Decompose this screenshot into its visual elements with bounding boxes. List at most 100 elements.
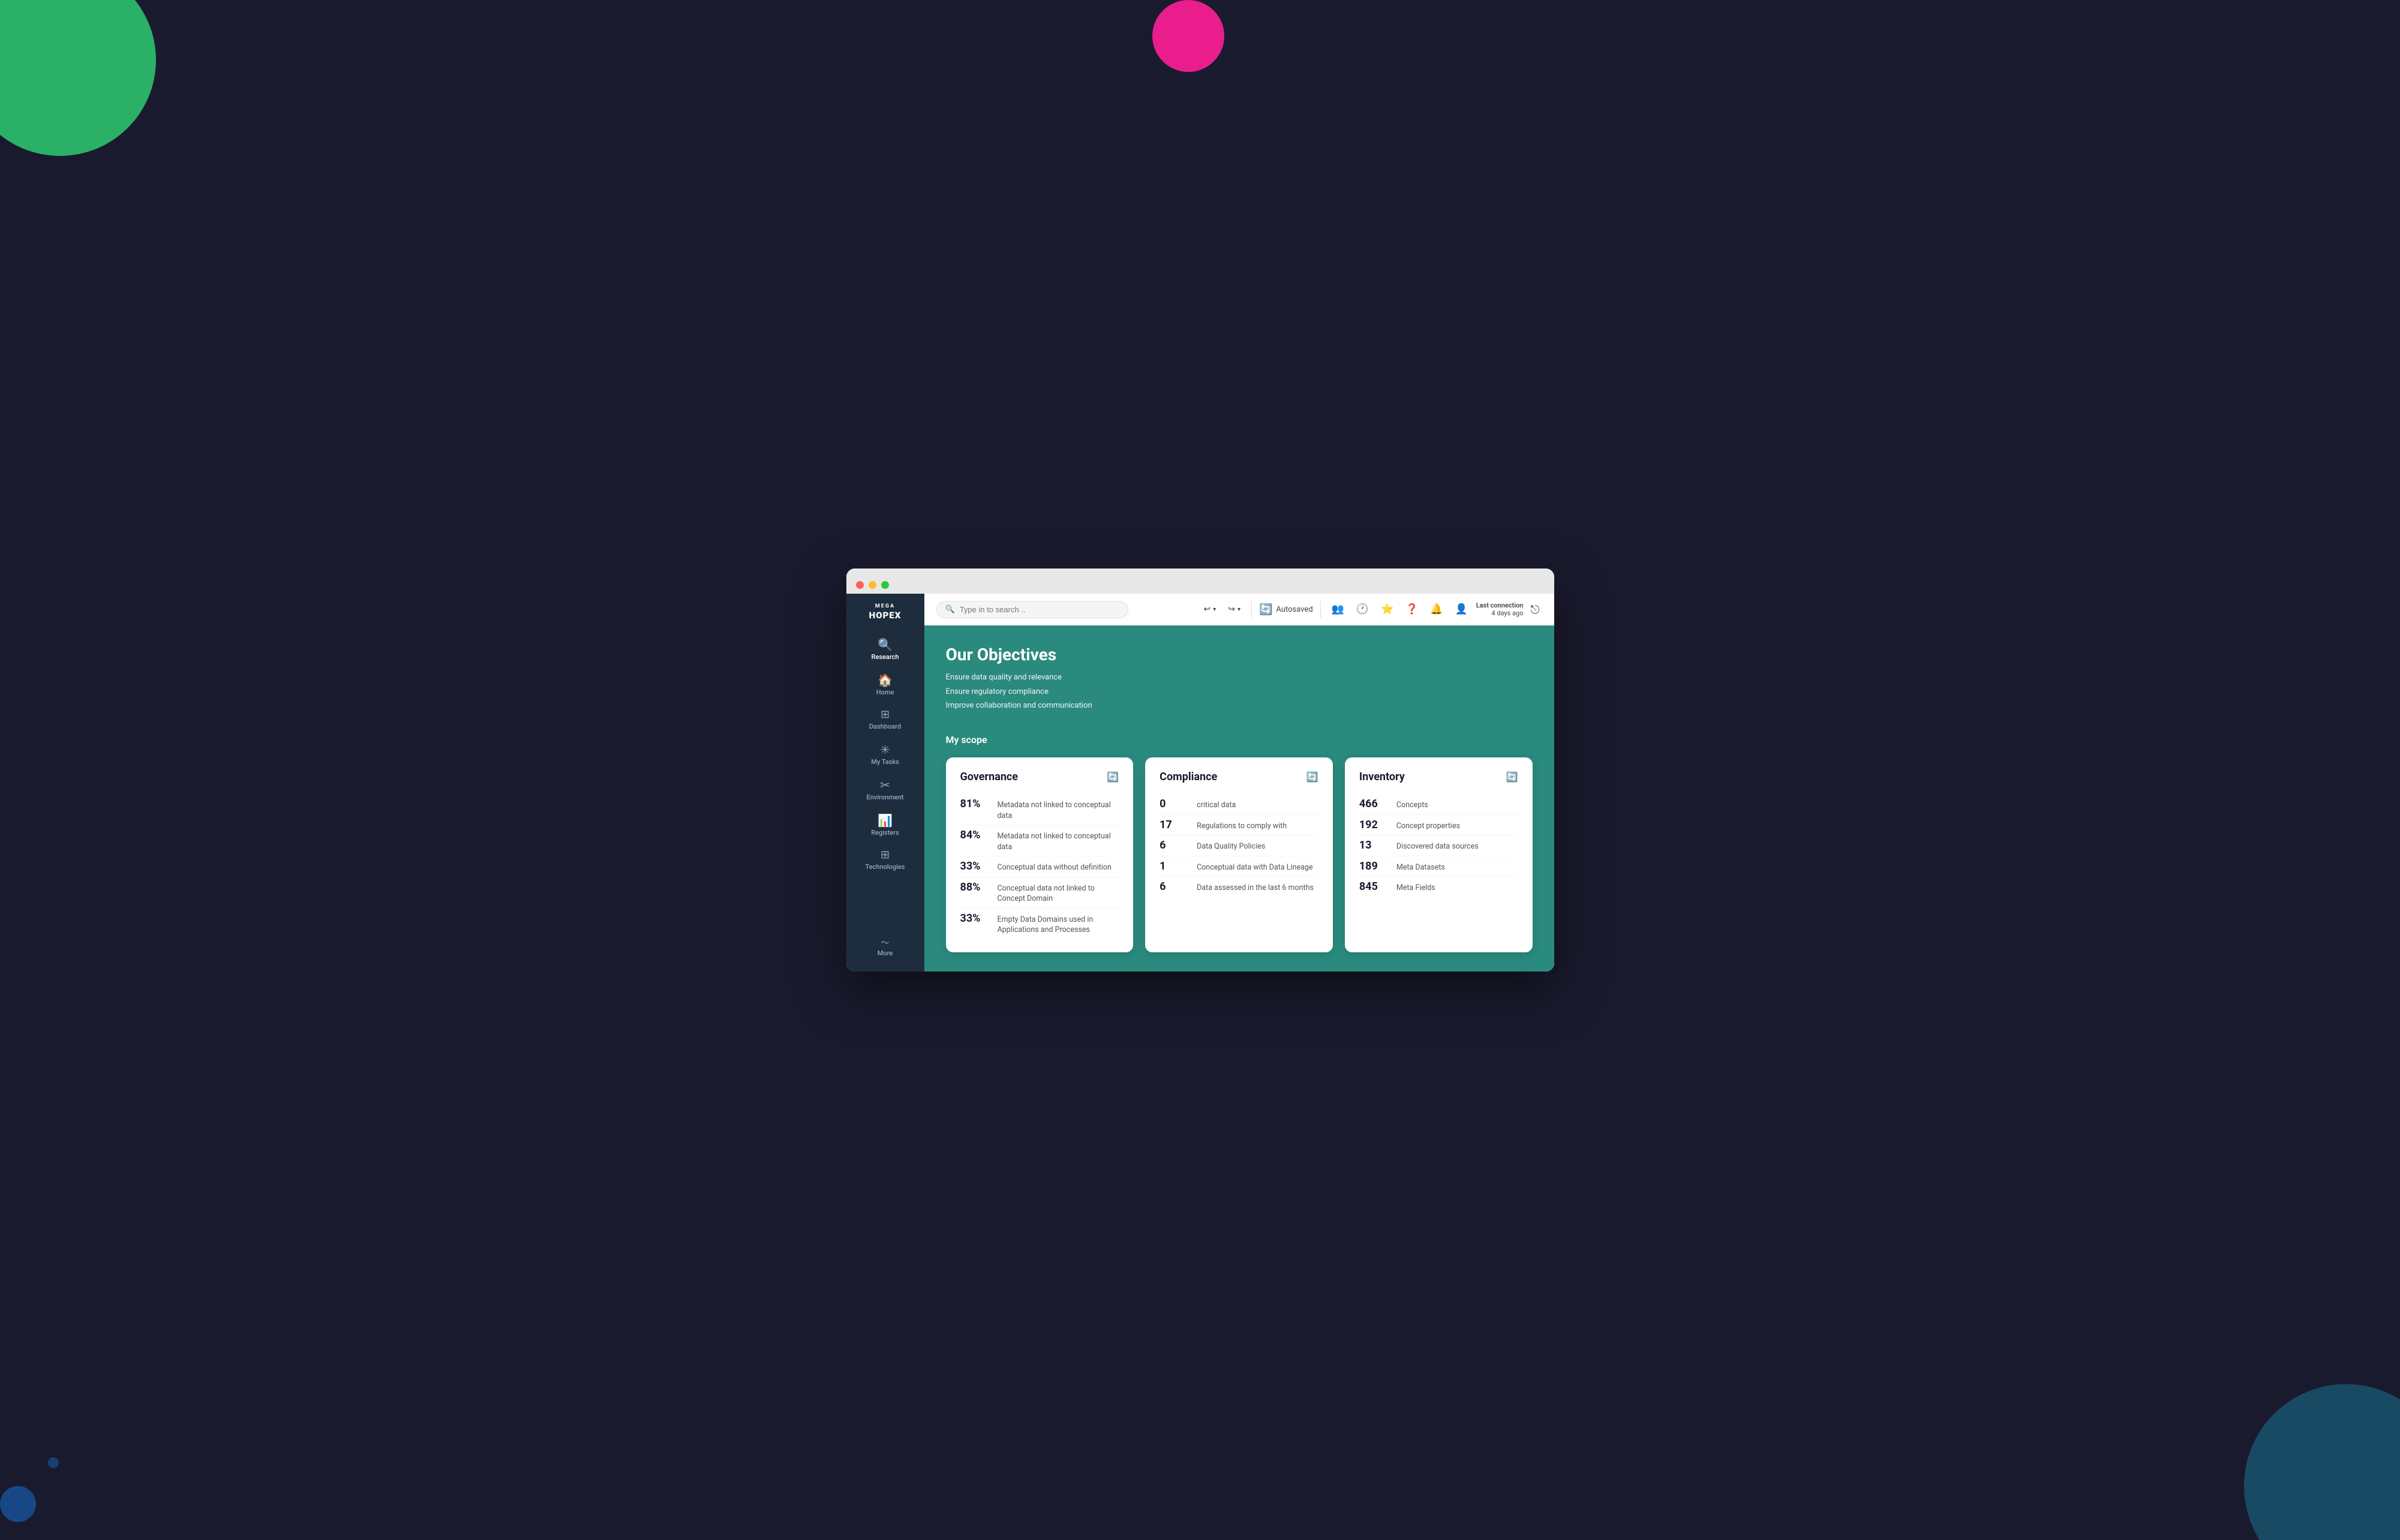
autosaved-icon: 🔄: [1259, 603, 1272, 616]
last-connection-time: 4 days ago: [1476, 609, 1524, 617]
sidebar-item-technologies[interactable]: ⊞ Technologies: [846, 844, 924, 876]
sidebar: MEGA HOPEX 🔍 Research 🏠 Home ⊞ Dashboard: [846, 594, 924, 971]
card-inventory-title: Inventory: [1359, 771, 1405, 783]
bg-decoration-blue: [0, 1486, 36, 1522]
card-inventory-row-3: 189 Meta Datasets: [1359, 856, 1518, 877]
card-inventory-value-0: 466: [1359, 798, 1388, 810]
card-compliance-value-2: 6: [1160, 839, 1188, 852]
browser-maximize-button[interactable]: [881, 581, 889, 589]
browser-minimize-button[interactable]: [869, 581, 876, 589]
tasks-icon: ✳: [880, 744, 890, 756]
sidebar-item-registers[interactable]: 📊 Registers: [846, 808, 924, 841]
app-logo: MEGA HOPEX: [869, 603, 902, 621]
card-governance-label-2: Conceptual data without definition: [998, 862, 1112, 873]
dashboard-icon: ⊞: [881, 709, 890, 720]
sidebar-item-environment[interactable]: ✂ Environment: [846, 773, 924, 806]
card-governance-row-4: 33% Empty Data Domains used in Applicati…: [960, 909, 1119, 939]
sidebar-label-more: More: [878, 949, 893, 957]
autosaved-button[interactable]: 🔄 Autosaved: [1259, 603, 1313, 616]
card-inventory-header: Inventory 🔄: [1359, 771, 1518, 783]
browser-chrome: [846, 569, 1554, 594]
card-governance-value-3: 88%: [960, 881, 989, 894]
header-divider-2: [1320, 601, 1321, 618]
card-compliance-label-2: Data Quality Policies: [1197, 841, 1265, 852]
card-compliance: Compliance 🔄 0 critical data 17 Regulati…: [1145, 757, 1333, 952]
sidebar-item-more[interactable]: 〜 More: [846, 934, 924, 962]
search-bar[interactable]: 🔍: [936, 601, 1128, 618]
main-content: 🔍 ↩ ▾ ↪ ▾ 🔄 Autosaved: [924, 594, 1554, 971]
card-inventory-row-1: 192 Concept properties: [1359, 815, 1518, 836]
history-button[interactable]: 🕐: [1353, 600, 1372, 619]
bg-decoration-teal: [2244, 1384, 2400, 1540]
card-governance-value-0: 81%: [960, 798, 989, 810]
registers-icon: 📊: [878, 814, 893, 826]
card-inventory-value-1: 192: [1359, 819, 1388, 831]
card-compliance-title: Compliance: [1160, 771, 1217, 783]
sidebar-label-dashboard: Dashboard: [869, 723, 901, 730]
logout-icon: ⎋: [1530, 603, 1539, 616]
card-compliance-value-0: 0: [1160, 798, 1188, 810]
last-connection-label: Last connection: [1476, 601, 1524, 609]
card-inventory: Inventory 🔄 466 Concepts 192 Concept pro…: [1345, 757, 1533, 952]
card-governance-label-4: Empty Data Domains used in Applications …: [998, 915, 1119, 936]
card-compliance-row-1: 17 Regulations to comply with: [1160, 815, 1318, 836]
card-governance-refresh-icon[interactable]: 🔄: [1107, 771, 1119, 783]
card-compliance-value-4: 6: [1160, 880, 1188, 893]
bell-icon: 🔔: [1430, 603, 1443, 615]
card-inventory-row-2: 13 Discovered data sources: [1359, 835, 1518, 856]
sidebar-nav: 🔍 Research 🏠 Home ⊞ Dashboard ✳ My Tasks…: [846, 633, 924, 962]
sidebar-item-home[interactable]: 🏠 Home: [846, 668, 924, 701]
home-icon: 🏠: [878, 674, 893, 686]
users-icon: 👥: [1332, 603, 1344, 615]
redo-button[interactable]: ↪ ▾: [1224, 602, 1244, 616]
logout-button[interactable]: ⎋: [1528, 600, 1542, 619]
redo-icon: ↪: [1228, 604, 1235, 614]
card-governance-label-1: Metadata not linked to conceptual data: [998, 831, 1119, 852]
card-governance-value-4: 33%: [960, 912, 989, 925]
card-compliance-header: Compliance 🔄: [1160, 771, 1318, 783]
sidebar-label-my-tasks: My Tasks: [871, 758, 899, 766]
card-compliance-label-0: critical data: [1197, 800, 1236, 811]
technologies-icon: ⊞: [881, 850, 890, 861]
card-inventory-label-4: Meta Fields: [1396, 883, 1435, 894]
scope-title: My scope: [946, 734, 1533, 745]
card-inventory-value-2: 13: [1359, 839, 1388, 852]
redo-chevron-icon: ▾: [1237, 606, 1240, 613]
main-scroll-area: Our Objectives Ensure data quality and r…: [924, 625, 1554, 971]
undo-button[interactable]: ↩ ▾: [1200, 602, 1219, 616]
app-container: MEGA HOPEX 🔍 Research 🏠 Home ⊞ Dashboard: [846, 594, 1554, 971]
more-icon: 〜: [881, 940, 890, 947]
sidebar-label-registers: Registers: [871, 829, 899, 837]
card-inventory-value-3: 189: [1359, 860, 1388, 873]
last-connection-info: Last connection 4 days ago: [1476, 601, 1524, 617]
help-button[interactable]: ❓: [1402, 600, 1422, 619]
card-compliance-value-1: 17: [1160, 819, 1188, 831]
logo-hopex-text: HOPEX: [869, 610, 902, 621]
card-inventory-refresh-icon[interactable]: 🔄: [1506, 771, 1518, 783]
notifications-button[interactable]: 🔔: [1426, 600, 1446, 619]
bg-decoration-green: [0, 0, 156, 156]
card-inventory-value-4: 845: [1359, 880, 1388, 893]
search-input[interactable]: [960, 605, 1119, 614]
browser-close-button[interactable]: [856, 581, 864, 589]
user-icon: 👤: [1455, 603, 1468, 615]
card-compliance-row-2: 6 Data Quality Policies: [1160, 835, 1318, 856]
scope-section: My scope Governance 🔄 81% Metadata not l…: [924, 729, 1554, 971]
card-compliance-value-3: 1: [1160, 860, 1188, 873]
sidebar-item-research[interactable]: 🔍 Research: [846, 633, 924, 666]
sidebar-item-dashboard[interactable]: ⊞ Dashboard: [846, 703, 924, 735]
card-compliance-label-1: Regulations to comply with: [1197, 821, 1287, 832]
users-button[interactable]: 👥: [1328, 600, 1348, 619]
sidebar-label-research: Research: [872, 653, 899, 661]
sidebar-label-home: Home: [876, 688, 894, 696]
card-governance-value-1: 84%: [960, 829, 989, 841]
sidebar-item-my-tasks[interactable]: ✳ My Tasks: [846, 738, 924, 771]
card-compliance-row-0: 0 critical data: [1160, 794, 1318, 815]
card-compliance-refresh-icon[interactable]: 🔄: [1306, 771, 1318, 783]
favorites-button[interactable]: ⭐: [1377, 600, 1397, 619]
card-governance: Governance 🔄 81% Metadata not linked to …: [946, 757, 1134, 952]
user-profile-button[interactable]: 👤: [1452, 600, 1471, 619]
card-inventory-row-0: 466 Concepts: [1359, 794, 1518, 815]
sidebar-label-environment: Environment: [867, 793, 904, 801]
undo-icon: ↩: [1203, 604, 1210, 614]
